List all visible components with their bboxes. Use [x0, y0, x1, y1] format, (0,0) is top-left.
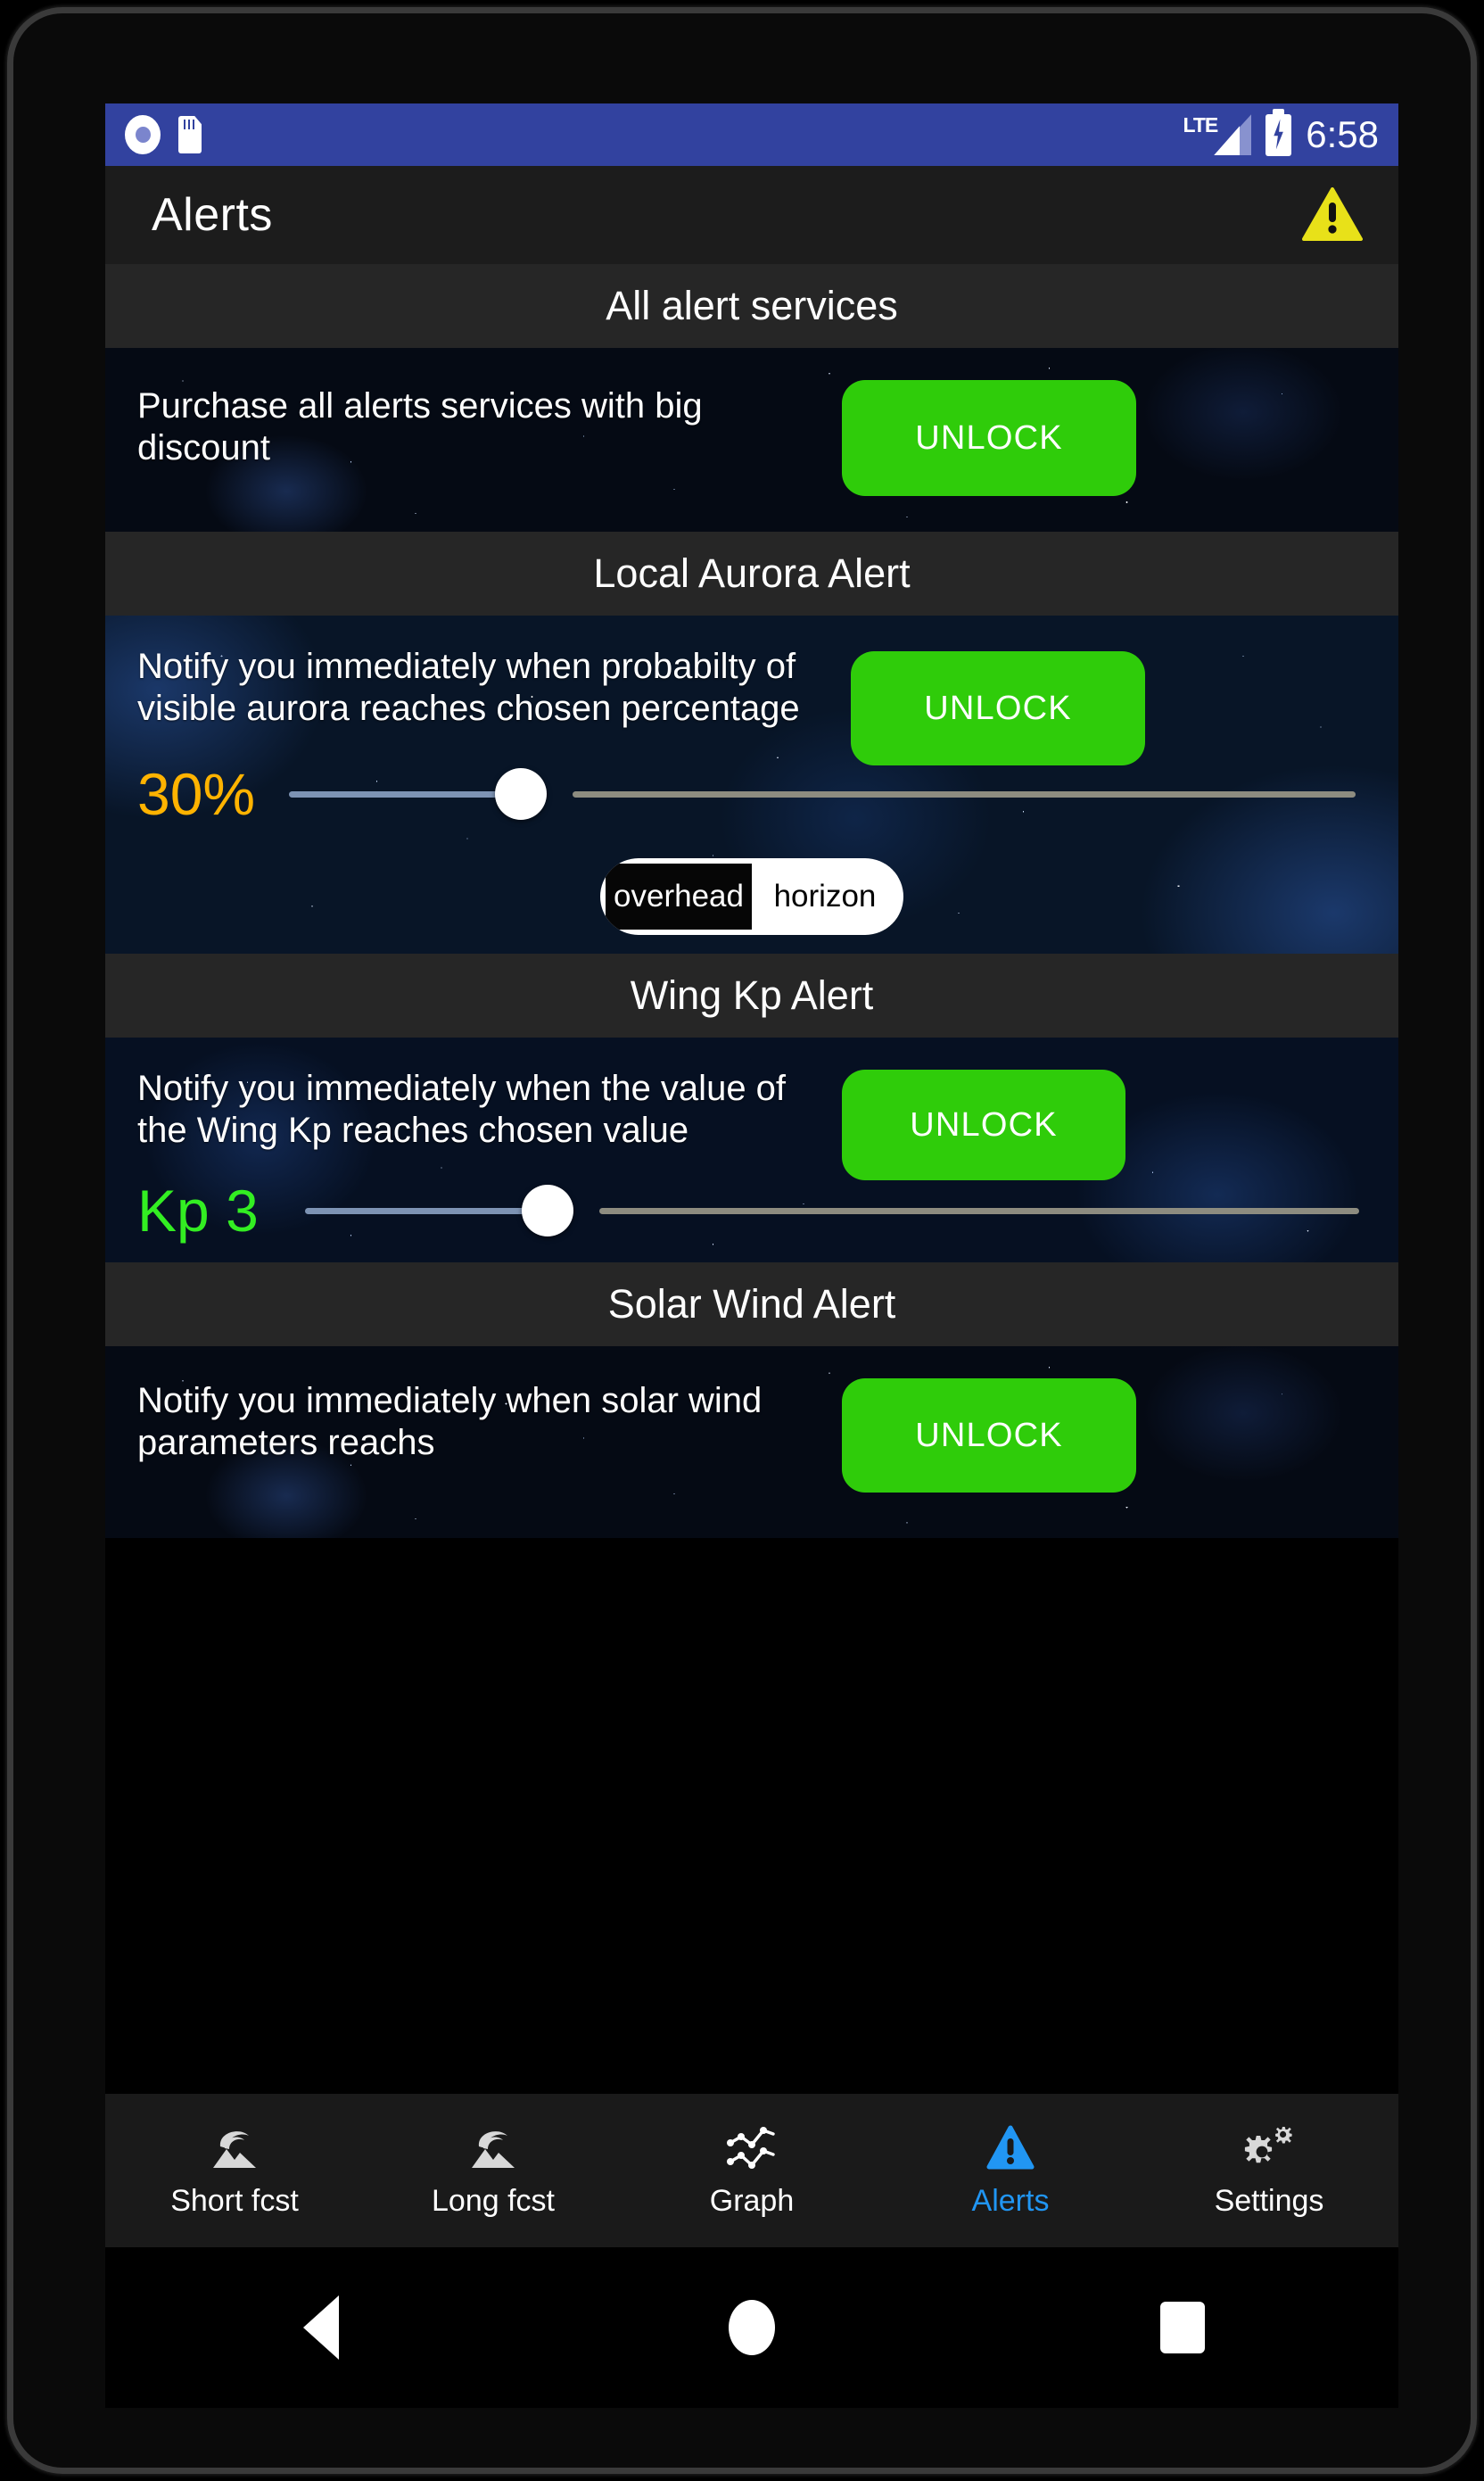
card-all-alert-services: Purchase all alerts services with big di…: [105, 348, 1398, 532]
signal-icon: LTE: [1183, 114, 1252, 155]
status-bar-right-icons: LTE 6:58: [1183, 108, 1379, 156]
slider-track-filled: [304, 1207, 541, 1214]
nav-label-settings: Settings: [1214, 2183, 1324, 2218]
nav-item-graph[interactable]: Graph: [622, 2123, 881, 2219]
card-solar-wind-alert: Notify you immediately when solar wind p…: [105, 1346, 1398, 1538]
android-system-nav: [105, 2247, 1398, 2408]
recents-button[interactable]: [1129, 2287, 1236, 2368]
section-header-all-alert-services: All alert services: [105, 264, 1398, 348]
phone-frame: LTE 6:58 Alerts All alert services Purch…: [7, 7, 1477, 2474]
aurora-probability-slider-thumb[interactable]: [495, 768, 548, 820]
nav-item-long-fcst[interactable]: Long fcst: [364, 2123, 622, 2219]
status-bar: LTE 6:58: [105, 103, 1398, 166]
slider-track-filled: [289, 790, 517, 798]
nav-item-alerts[interactable]: Alerts: [881, 2123, 1140, 2219]
sd-card-icon: [178, 116, 202, 153]
battery-charging-icon: [1266, 108, 1292, 156]
wing-kp-slider-thumb[interactable]: [521, 1185, 573, 1236]
wing-kp-slider[interactable]: [296, 1184, 1366, 1237]
signal-bars-icon: [1214, 114, 1252, 155]
toggle-option-horizon[interactable]: horizon: [752, 864, 898, 930]
home-button[interactable]: [698, 2287, 805, 2368]
aurora-view-toggle[interactable]: overhead horizon: [600, 858, 903, 935]
aurora-probability-value: 30%: [137, 761, 256, 827]
section-header-solar-wind-alert: Solar Wind Alert: [105, 1262, 1398, 1346]
unlock-button-solar-wind-alert[interactable]: UNLOCK: [842, 1378, 1136, 1493]
wing-kp-slider-row: Kp 3: [105, 1177, 1398, 1245]
slider-track-remaining: [598, 1207, 1359, 1214]
section-header-local-aurora-alert: Local Aurora Alert: [105, 532, 1398, 616]
nav-label-alerts: Alerts: [971, 2183, 1050, 2218]
nav-label-long-fcst: Long fcst: [432, 2183, 555, 2218]
network-type-label: LTE: [1183, 113, 1219, 136]
app-screen: LTE 6:58 Alerts All alert services Purch…: [105, 103, 1398, 2247]
page-title: Alerts: [152, 189, 273, 241]
clock-label: 6:58: [1306, 113, 1379, 155]
aurora-probability-slider-row: 30%: [105, 760, 1398, 828]
warning-triangle-icon[interactable]: [1302, 187, 1363, 243]
warning-triangle-icon: [986, 2123, 1035, 2173]
unlock-button-local-aurora-alert[interactable]: UNLOCK: [851, 651, 1145, 765]
unlock-button-wing-kp-alert[interactable]: UNLOCK: [842, 1070, 1125, 1180]
app-bar: Alerts: [105, 166, 1398, 264]
aurora-probability-slider[interactable]: [278, 767, 1366, 821]
bottom-navigation-bar: Short fcst Long fcst Graph Alerts Settin…: [105, 2094, 1398, 2247]
card-wing-kp-alert: Notify you immediately when the value of…: [105, 1038, 1398, 1262]
toggle-option-overhead[interactable]: overhead: [606, 864, 752, 930]
local-aurora-alert-description: Notify you immediately when probabilty o…: [137, 647, 800, 728]
gear-icon: [1243, 2123, 1295, 2173]
nav-item-short-fcst[interactable]: Short fcst: [105, 2123, 364, 2219]
nav-item-settings[interactable]: Settings: [1140, 2123, 1398, 2219]
line-chart-icon: [726, 2123, 778, 2173]
aurora-view-toggle-wrapper: overhead horizon: [105, 828, 1398, 954]
slider-track-remaining: [573, 790, 1356, 798]
solar-wind-alert-description: Notify you immediately when solar wind p…: [137, 1381, 763, 1462]
all-alert-services-description: Purchase all alerts services with big di…: [137, 386, 703, 467]
section-header-wing-kp-alert: Wing Kp Alert: [105, 954, 1398, 1038]
nav-label-graph: Graph: [709, 2183, 795, 2218]
nav-label-short-fcst: Short fcst: [170, 2183, 299, 2218]
unlock-button-all-alert-services[interactable]: UNLOCK: [842, 380, 1136, 496]
card-local-aurora-alert: Notify you immediately when probabilty o…: [105, 616, 1398, 954]
back-button[interactable]: [268, 2287, 375, 2368]
wing-kp-value: Kp 3: [137, 1178, 259, 1244]
aurora-mountain-icon: [468, 2123, 518, 2173]
record-icon: [125, 115, 161, 154]
aurora-mountain-icon: [210, 2123, 260, 2173]
status-bar-left-icons: [125, 115, 202, 154]
wing-kp-alert-description: Notify you immediately when the value of…: [137, 1069, 787, 1150]
